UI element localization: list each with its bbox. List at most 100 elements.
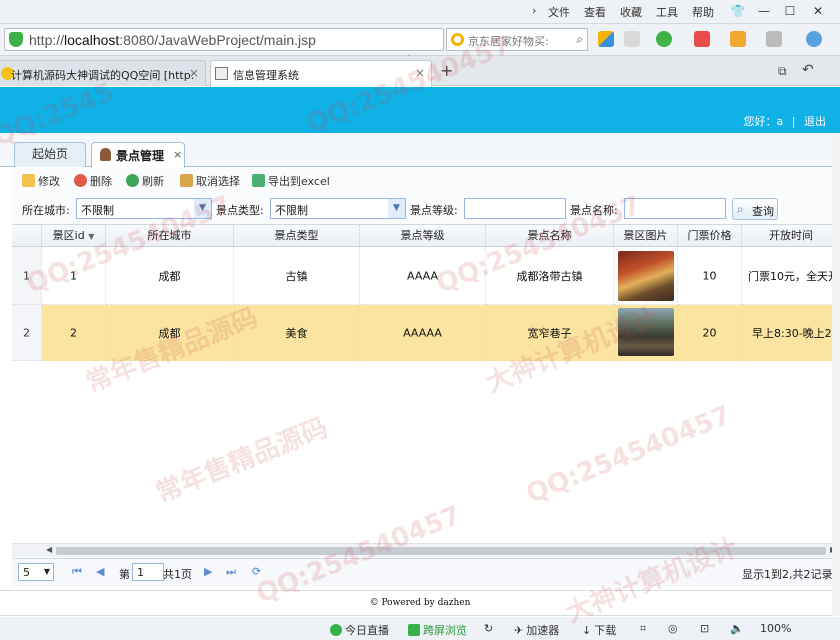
page-label: 第 bbox=[119, 568, 130, 581]
header-city[interactable]: 所在城市 bbox=[106, 225, 234, 247]
edit-label: 修改 bbox=[38, 175, 60, 188]
toolbar-menu-icon[interactable] bbox=[624, 31, 640, 47]
level-input[interactable] bbox=[464, 198, 566, 219]
apps-icon[interactable] bbox=[598, 31, 614, 47]
menu-help[interactable]: 帮助 bbox=[692, 4, 714, 20]
query-button[interactable]: ⌕ 查询 bbox=[732, 198, 778, 220]
address-toolbar: http://localhost:8080/JavaWebProject/mai… bbox=[0, 24, 840, 69]
vertical-scrollbar[interactable] bbox=[832, 136, 840, 616]
first-page-icon[interactable]: ⏮ bbox=[72, 565, 82, 579]
browser-tab-qq[interactable]: 计算机源码大神调试的QQ空间 [http: × bbox=[0, 60, 206, 86]
header-price[interactable]: 门票价格 bbox=[678, 225, 742, 247]
horizontal-scrollbar[interactable]: ◀ ▶ bbox=[12, 543, 840, 557]
undo-icon bbox=[180, 174, 193, 187]
header-type[interactable]: 景点类型 bbox=[234, 225, 360, 247]
browser-tabbar: 计算机源码大神调试的QQ空间 [http: × 信息管理系统 × + ⧉ ↶ bbox=[0, 56, 840, 87]
user-area: 您好：a | 退出 bbox=[744, 113, 826, 129]
browser-tab-label: 信息管理系统 bbox=[233, 69, 299, 82]
page-size-select[interactable]: 5 ▼ bbox=[18, 563, 54, 581]
scenic-thumbnail[interactable] bbox=[618, 251, 674, 301]
page-number-value: 1 bbox=[137, 566, 144, 579]
scrollbar-thumb[interactable] bbox=[56, 547, 826, 555]
prev-page-icon[interactable]: ◀ bbox=[96, 565, 104, 578]
chevron-down-icon[interactable]: ▼ bbox=[388, 199, 405, 218]
search-input[interactable]: 京东居家好物买: ⌕ bbox=[446, 28, 588, 51]
status-accelerator[interactable]: ✈ 加速器 bbox=[514, 622, 559, 638]
tab-scenic-management[interactable]: 景点管理 × bbox=[91, 142, 185, 168]
window-icon[interactable]: ⊡ bbox=[700, 622, 709, 635]
cancel-selection-label: 取消选择 bbox=[196, 175, 240, 188]
header-image[interactable]: 景区图片 bbox=[614, 225, 678, 247]
cancel-selection-button[interactable]: 取消选择 bbox=[180, 173, 240, 189]
globe-icon[interactable]: ◎ bbox=[668, 622, 678, 635]
table-row-selected[interactable]: 2 2 成都 美食 AAAAA 宽窄巷子 20 早上8:30-晚上2 bbox=[12, 305, 840, 361]
app-footer: © Powered by dazhen bbox=[0, 590, 840, 616]
menu-view[interactable]: 查看 bbox=[584, 4, 606, 20]
skin-icon[interactable]: 👕 bbox=[726, 2, 750, 20]
undo-close-icon[interactable]: ↶ bbox=[802, 62, 814, 78]
search-placeholder: 京东居家好物买: bbox=[468, 35, 549, 48]
page-number-input[interactable]: 1 bbox=[132, 563, 164, 581]
menu-favorites[interactable]: 收藏 bbox=[620, 4, 642, 20]
menu-tools[interactable]: 工具 bbox=[656, 4, 678, 20]
city-select[interactable]: 不限制 ▼ bbox=[76, 198, 212, 219]
devtools-icon[interactable]: ⌗ bbox=[640, 622, 646, 636]
last-page-icon[interactable]: ⏭ bbox=[226, 565, 236, 579]
export-excel-button[interactable]: 导出到excel bbox=[252, 173, 330, 189]
close-tab-icon[interactable]: × bbox=[173, 148, 182, 161]
scroll-left-icon[interactable]: ◀ bbox=[46, 545, 52, 554]
chevron-right-icon[interactable]: › bbox=[532, 4, 536, 17]
screenshot-icon[interactable] bbox=[730, 31, 746, 47]
status-cross-screen[interactable]: 跨屏浏览 bbox=[408, 622, 467, 638]
search-icon[interactable]: ⌕ bbox=[576, 32, 583, 47]
scenic-thumbnail[interactable] bbox=[618, 308, 674, 356]
search-icon: ⌕ bbox=[737, 202, 744, 216]
logout-link[interactable]: 退出 bbox=[804, 115, 826, 128]
status-download[interactable]: ↓ 下载 bbox=[582, 622, 616, 638]
tab-start-page[interactable]: 起始页 bbox=[14, 142, 86, 167]
header-name[interactable]: 景点名称 bbox=[486, 225, 614, 247]
delete-button[interactable]: 删除 bbox=[74, 173, 112, 189]
volume-icon[interactable]: 🔈 bbox=[730, 622, 744, 635]
header-id[interactable]: 景区id ▼ bbox=[42, 225, 106, 247]
greeting-text: 您好：a bbox=[743, 115, 784, 128]
header-level[interactable]: 景点等级 bbox=[360, 225, 486, 247]
menu-file[interactable]: 文件 bbox=[548, 4, 570, 20]
type-select[interactable]: 不限制 ▼ bbox=[270, 198, 406, 219]
game-icon[interactable] bbox=[766, 31, 782, 47]
status-live[interactable]: 今日直播 bbox=[330, 622, 389, 638]
name-input[interactable] bbox=[624, 198, 726, 219]
header-hours[interactable]: 开放时间 bbox=[742, 225, 840, 247]
wallet-icon[interactable] bbox=[656, 31, 672, 47]
minimize-icon[interactable]: — bbox=[752, 2, 776, 20]
refresh-button[interactable]: 刷新 bbox=[126, 173, 164, 189]
pdf-icon[interactable] bbox=[694, 31, 710, 47]
next-page-icon[interactable]: ▶ bbox=[204, 565, 212, 578]
zoom-level[interactable]: 100% bbox=[760, 622, 791, 635]
close-tab-icon[interactable]: × bbox=[415, 66, 425, 80]
powered-by-text: © Powered by dazhen bbox=[369, 598, 471, 608]
level-label: 景点等级: bbox=[410, 204, 458, 217]
cell-hours: 门票10元，全天开 bbox=[742, 247, 840, 305]
type-label: 景点类型: bbox=[216, 204, 264, 217]
header-label: 景区id bbox=[52, 229, 85, 242]
zoom-icon[interactable] bbox=[806, 31, 822, 47]
status-label: 下载 bbox=[594, 624, 617, 637]
restore-tabs-icon[interactable]: ⧉ bbox=[778, 64, 787, 79]
header-label: 所在城市 bbox=[147, 229, 192, 242]
user-icon bbox=[100, 148, 111, 161]
maximize-icon[interactable]: ☐ bbox=[778, 2, 802, 20]
cell-name: 宽窄巷子 bbox=[486, 305, 614, 361]
page-size-value: 5 bbox=[23, 566, 30, 579]
edit-button[interactable]: 修改 bbox=[22, 173, 60, 189]
reload-page-icon[interactable]: ⟳ bbox=[252, 565, 261, 578]
table-row[interactable]: 1 1 成都 古镇 AAAA 成都洛带古镇 10 门票10元，全天开 bbox=[12, 247, 840, 305]
chevron-down-icon[interactable]: ▼ bbox=[194, 199, 211, 218]
url-input[interactable]: http://localhost:8080/JavaWebProject/mai… bbox=[4, 28, 444, 51]
browser-tab-main[interactable]: 信息管理系统 × bbox=[210, 60, 432, 87]
new-tab-button[interactable]: + bbox=[440, 61, 453, 80]
close-window-icon[interactable]: ✕ bbox=[806, 2, 830, 20]
close-tab-icon[interactable]: × bbox=[189, 66, 199, 80]
tab-label: 景点管理 bbox=[116, 149, 165, 163]
refresh-icon[interactable]: ↻ bbox=[484, 622, 493, 635]
